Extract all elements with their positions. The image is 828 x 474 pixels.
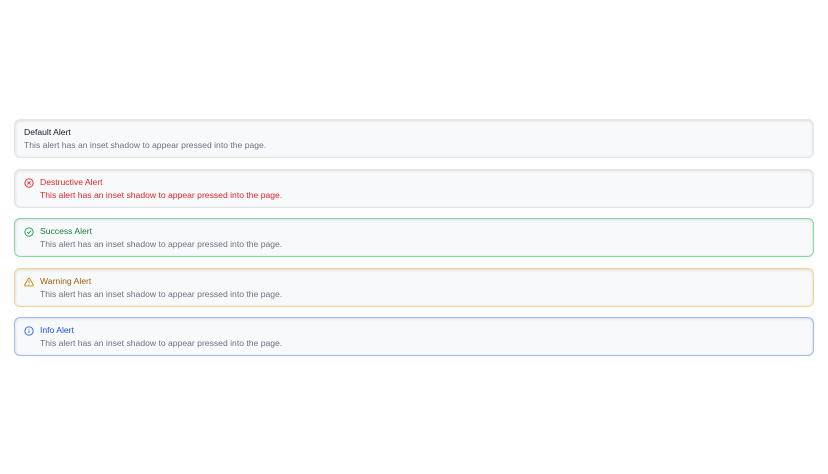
alert-description: This alert has an inset shadow to appear…: [40, 288, 283, 299]
alert-title: Success Alert: [40, 226, 93, 236]
check-circle-icon: [24, 227, 34, 237]
info-alert: Info Alert This alert has an inset shado…: [14, 317, 814, 356]
alert-title: Default Alert: [24, 127, 71, 137]
warning-triangle-icon: [24, 277, 34, 287]
alert-description: This alert has an inset shadow to appear…: [40, 239, 283, 249]
alert-title: Warning Alert: [40, 275, 92, 286]
default-alert: Default Alert This alert has an inset sh…: [14, 119, 814, 158]
info-circle-icon: [24, 326, 34, 336]
alert-title: Info Alert: [40, 325, 74, 335]
alert-description: This alert has an inset shadow to appear…: [40, 189, 283, 200]
alert-description: This alert has an inset shadow to appear…: [24, 140, 267, 150]
alert-title: Destructive Alert: [40, 176, 103, 187]
destructive-alert: Destructive Alert This alert has an inse…: [14, 168, 814, 208]
alert-stack: Default Alert This alert has an inset sh…: [14, 119, 814, 367]
warning-alert: Warning Alert This alert has an inset sh…: [14, 267, 814, 307]
alert-description: This alert has an inset shadow to appear…: [40, 338, 283, 348]
success-alert: Success Alert This alert has an inset sh…: [14, 218, 814, 257]
x-circle-icon: [24, 177, 34, 188]
